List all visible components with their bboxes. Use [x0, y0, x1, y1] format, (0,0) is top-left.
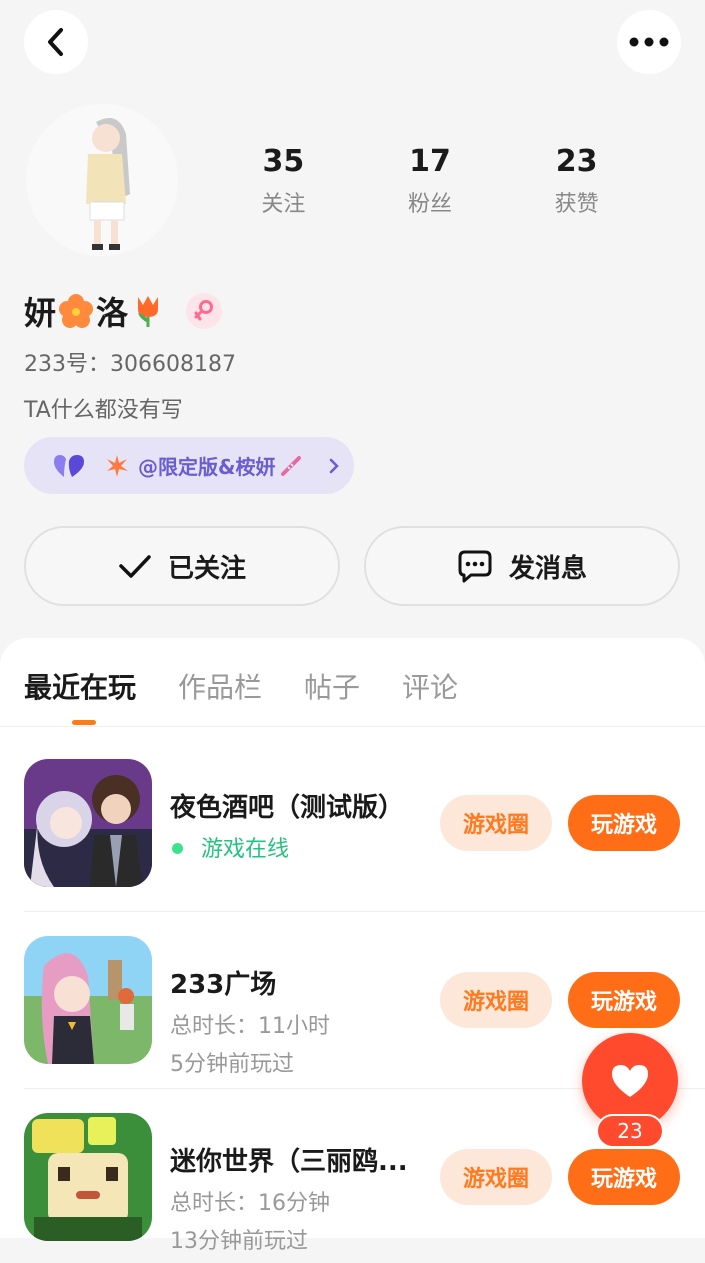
- following-button[interactable]: 已关注: [24, 526, 340, 606]
- heart-icon: [612, 1065, 648, 1097]
- send-message-button[interactable]: 发消息: [364, 526, 680, 606]
- chevron-right-icon: [330, 458, 340, 473]
- female-icon: [186, 293, 223, 329]
- bandaid-icon: [281, 455, 302, 476]
- game-circle-button[interactable]: 游戏圈: [440, 972, 552, 1028]
- tulip-icon: [138, 296, 159, 327]
- game-circle-button[interactable]: 游戏圈: [440, 1149, 552, 1205]
- stat-label: 获赞: [554, 192, 599, 217]
- last-played: 5分钟前玩过: [170, 1052, 294, 1077]
- chat-bubble-icon: [458, 550, 492, 583]
- play-game-button[interactable]: 玩游戏: [568, 972, 680, 1028]
- online-status: 游戏在线: [170, 831, 289, 863]
- game-icon[interactable]: [24, 759, 152, 887]
- username-part: 妍: [24, 294, 57, 332]
- game-title: 233广场: [170, 970, 277, 1000]
- avatar[interactable]: [26, 104, 178, 256]
- total-playtime: 总时长：16分钟: [170, 1191, 330, 1216]
- tab-bar: 最近在玩 作品栏 帖子 评论: [24, 666, 458, 706]
- more-button[interactable]: [617, 10, 681, 74]
- stat-value: 17: [409, 144, 451, 179]
- total-playtime: 总时长：11小时: [170, 1014, 330, 1039]
- user-bio: TA什么都没有写: [24, 398, 183, 423]
- send-message-label: 发消息: [508, 553, 587, 584]
- stat-value: 23: [555, 144, 598, 179]
- tab-divider: [0, 726, 705, 727]
- username-part: 洛: [96, 294, 129, 332]
- tag-label: @限定版&桉妍: [138, 455, 276, 479]
- stat-value: 35: [262, 144, 305, 179]
- sparkle-icon: [107, 454, 128, 477]
- like-count-badge: 23: [596, 1114, 664, 1148]
- purple-heart-icon: [54, 454, 84, 477]
- stat-following[interactable]: 35 关注: [210, 142, 357, 218]
- back-button[interactable]: [24, 10, 88, 74]
- stat-likes[interactable]: 23 获赞: [503, 142, 650, 218]
- stat-fans[interactable]: 17 粉丝: [357, 142, 504, 218]
- hibiscus-icon: [59, 294, 94, 328]
- game-icon[interactable]: [24, 1113, 152, 1241]
- relationship-tag[interactable]: @限定版&桉妍: [24, 437, 354, 494]
- tab-comments[interactable]: 评论: [402, 666, 458, 706]
- game-title: 迷你世界（三丽鸥...: [170, 1147, 408, 1177]
- tab-indicator: [72, 720, 96, 725]
- tab-works[interactable]: 作品栏: [178, 666, 262, 706]
- play-game-button[interactable]: 玩游戏: [568, 795, 680, 851]
- play-game-button[interactable]: 玩游戏: [568, 1149, 680, 1205]
- profile-stats: 35 关注 17 粉丝 23 获赞: [210, 142, 650, 218]
- username-row: 妍 洛: [24, 288, 223, 334]
- list-divider: [24, 911, 705, 912]
- checkmark-icon: [119, 555, 151, 578]
- more-horizontal-icon: [629, 37, 669, 47]
- stat-label: 关注: [261, 192, 306, 217]
- chevron-left-icon: [48, 28, 63, 56]
- game-icon[interactable]: [24, 936, 152, 1064]
- tab-posts[interactable]: 帖子: [304, 666, 360, 706]
- following-button-label: 已关注: [167, 553, 246, 584]
- game-circle-button[interactable]: 游戏圈: [440, 795, 552, 851]
- game-title: 夜色酒吧（测试版）: [170, 793, 405, 823]
- list-item[interactable]: 迷你世界（三丽鸥... 总时长：16分钟 13分钟前玩过 游戏圈 玩游戏: [24, 1113, 684, 1263]
- user-id: 233号：306608187: [24, 352, 236, 377]
- tab-recently-played[interactable]: 最近在玩: [24, 666, 136, 706]
- stat-label: 粉丝: [408, 192, 453, 217]
- list-item[interactable]: 夜色酒吧（测试版） 游戏在线 游戏圈 玩游戏: [24, 759, 684, 909]
- online-dot-icon: [172, 843, 183, 854]
- online-status-label: 游戏在线: [201, 837, 290, 862]
